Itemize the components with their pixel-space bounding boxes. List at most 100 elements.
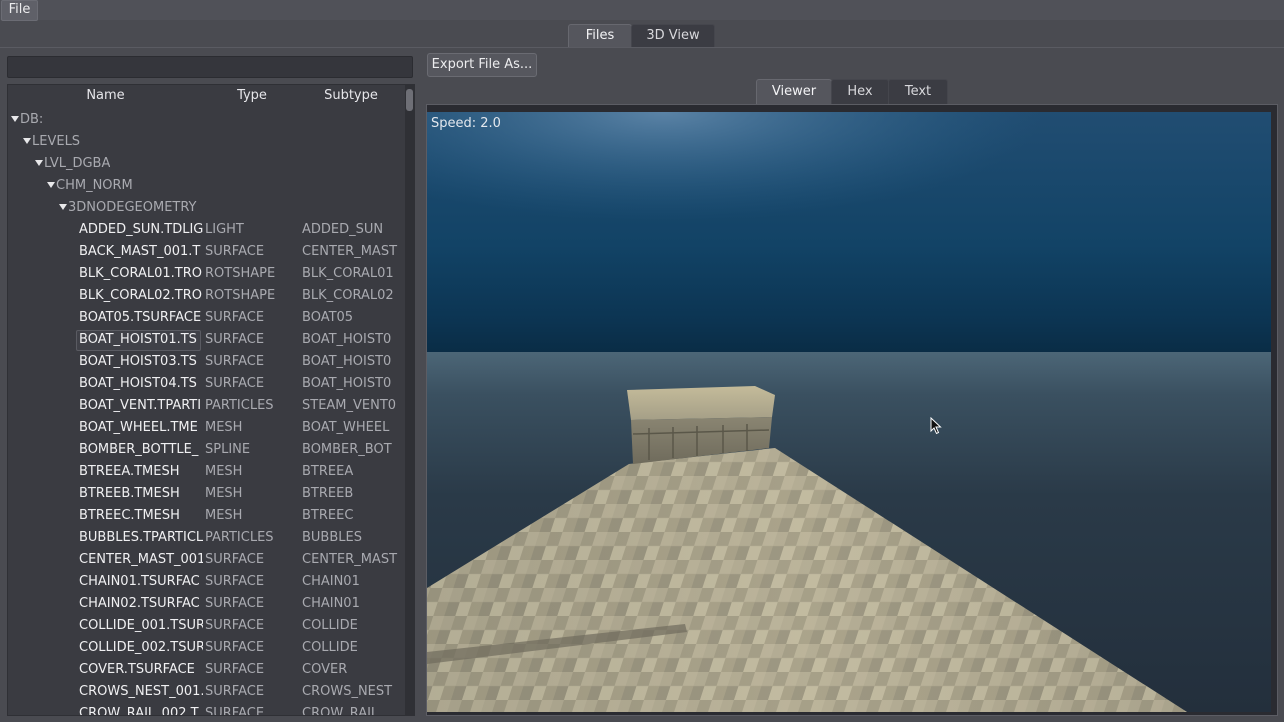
file-row[interactable]: CROW_RAIL_002.T SURFACE CROW_RAIL xyxy=(8,703,404,716)
file-subtype-cell: CHAIN01 xyxy=(302,596,360,611)
file-subtype-cell: BOMBER_BOT xyxy=(302,442,392,457)
file-name-cell: BOAT_HOIST01.TS xyxy=(79,332,197,347)
file-row[interactable]: BUBBLES.TPARTICL PARTICLES BUBBLES xyxy=(8,527,404,549)
file-row[interactable]: CHAIN01.TSURFAC SURFACE CHAIN01 xyxy=(8,571,404,593)
file-name-cell: COLLIDE_001.TSUR xyxy=(79,618,203,633)
file-subtype-cell: CROWS_NEST xyxy=(302,684,393,699)
file-type-cell: SPLINE xyxy=(205,442,251,457)
file-row[interactable]: BTREEB.TMESH MESH BTREEB xyxy=(8,483,404,505)
file-row[interactable]: COVER.TSURFACE SURFACE COVER xyxy=(8,659,404,681)
chevron-down-icon[interactable] xyxy=(47,181,55,188)
tree-folder-lvl-dgba[interactable]: LVL_DGBA xyxy=(8,153,404,175)
file-row[interactable]: BTREEA.TMESH MESH BTREEA xyxy=(8,461,404,483)
chevron-down-icon[interactable] xyxy=(11,115,19,122)
file-subtype-cell: STEAM_VENT0 xyxy=(302,398,397,413)
file-row[interactable]: COLLIDE_001.TSUR SURFACE COLLIDE xyxy=(8,615,404,637)
file-type-cell: SURFACE xyxy=(205,332,265,347)
folder-label: DB: xyxy=(20,112,44,127)
scrollbar-thumb[interactable] xyxy=(406,89,413,111)
tree-folder-chm-norm[interactable]: CHM_NORM xyxy=(8,175,404,197)
tab-viewer[interactable]: Viewer xyxy=(756,79,832,104)
mouse-pointer-icon xyxy=(930,417,942,435)
tree-scrollbar[interactable] xyxy=(405,85,414,715)
tree-folder-db[interactable]: DB: xyxy=(8,109,404,131)
tab-files[interactable]: Files xyxy=(568,24,632,48)
file-subtype-cell: BOAT_HOIST0 xyxy=(302,354,392,369)
file-row[interactable]: BOAT_HOIST04.TS SURFACE BOAT_HOIST0 xyxy=(8,373,404,395)
file-type-cell: PARTICLES xyxy=(205,530,274,545)
file-type-cell: MESH xyxy=(205,508,243,523)
file-name-cell: BOMBER_BOTTLE_ xyxy=(79,442,199,457)
file-subtype-cell: BOAT05 xyxy=(302,310,354,325)
file-menu[interactable]: File xyxy=(1,0,38,21)
file-name-cell: COLLIDE_002.TSUR xyxy=(79,640,203,655)
file-name-cell: BOAT_HOIST03.TS xyxy=(79,354,197,369)
chevron-down-icon[interactable] xyxy=(35,159,43,166)
tabbar-divider xyxy=(0,47,1284,48)
file-subtype-cell: BTREEB xyxy=(302,486,354,501)
file-subtype-cell: COLLIDE xyxy=(302,618,358,633)
file-row[interactable]: CROWS_NEST_001. SURFACE CROWS_NEST xyxy=(8,681,404,703)
file-name-cell: BUBBLES.TPARTICL xyxy=(79,530,203,545)
file-type-cell: ROTSHAPE xyxy=(205,288,276,303)
file-type-cell: MESH xyxy=(205,464,243,479)
column-header-type[interactable]: Type xyxy=(204,85,300,107)
file-subtype-cell: CENTER_MAST xyxy=(302,244,398,259)
viewer-panel: Export File As... Viewer Hex Text Speed:… xyxy=(422,52,1284,722)
file-row[interactable]: BTREEC.TMESH MESH BTREEC xyxy=(8,505,404,527)
file-row[interactable]: BACK_MAST_001.T SURFACE CENTER_MAST xyxy=(8,241,404,263)
column-header-subtype[interactable]: Subtype xyxy=(301,85,401,107)
file-row[interactable]: BOAT_WHEEL.TME MESH BOAT_WHEEL xyxy=(8,417,404,439)
tab-text[interactable]: Text xyxy=(888,79,948,104)
file-name-cell: BTREEB.TMESH xyxy=(79,486,180,501)
speed-readout: Speed: 2.0 xyxy=(431,116,501,131)
file-subtype-cell: BOAT_HOIST0 xyxy=(302,376,392,391)
file-row[interactable]: ADDED_SUN.TDLIG LIGHT ADDED_SUN xyxy=(8,219,404,241)
file-subtype-cell: COVER xyxy=(302,662,348,677)
file-name-cell: ADDED_SUN.TDLIG xyxy=(79,222,203,237)
file-name-cell: CHAIN01.TSURFAC xyxy=(79,574,200,589)
menu-bar: File xyxy=(0,0,1284,21)
file-name-cell: BOAT_HOIST04.TS xyxy=(79,376,197,391)
file-subtype-cell: BOAT_HOIST0 xyxy=(302,332,392,347)
file-row[interactable]: BOAT05.TSURFACE SURFACE BOAT05 xyxy=(8,307,404,329)
chevron-down-icon[interactable] xyxy=(59,203,67,210)
file-tree[interactable]: Name Type Subtype DB: LEVELS LVL_DGBA CH… xyxy=(7,84,415,716)
file-type-cell: SURFACE xyxy=(205,310,265,325)
file-type-cell: SURFACE xyxy=(205,376,265,391)
export-file-button[interactable]: Export File As... xyxy=(427,53,537,77)
chevron-down-icon[interactable] xyxy=(23,137,31,144)
file-name-cell: CENTER_MAST_001. xyxy=(79,552,203,567)
column-header-name[interactable]: Name xyxy=(8,85,203,107)
file-type-cell: SURFACE xyxy=(205,354,265,369)
tree-folder-3dnodegeometry[interactable]: 3DNODEGEOMETRY xyxy=(8,197,404,219)
file-type-cell: ROTSHAPE xyxy=(205,266,276,281)
file-row[interactable]: BOAT_HOIST03.TS SURFACE BOAT_HOIST0 xyxy=(8,351,404,373)
file-row[interactable]: BLK_CORAL01.TRO ROTSHAPE BLK_CORAL01 xyxy=(8,263,404,285)
file-name-cell: BLK_CORAL02.TRO xyxy=(79,288,203,303)
tab-hex[interactable]: Hex xyxy=(831,79,889,104)
folder-label: CHM_NORM xyxy=(56,178,133,193)
tree-header: Name Type Subtype xyxy=(8,85,404,107)
file-name-cell: CROW_RAIL_002.T xyxy=(79,706,199,716)
file-name-cell: BOAT_VENT.TPARTI xyxy=(79,398,202,413)
file-row[interactable]: BOAT_HOIST01.TS SURFACE BOAT_HOIST0 xyxy=(8,329,404,351)
file-row[interactable]: CENTER_MAST_001. SURFACE CENTER_MAST xyxy=(8,549,404,571)
search-input[interactable] xyxy=(7,56,413,78)
file-row[interactable]: BOMBER_BOTTLE_ SPLINE BOMBER_BOT xyxy=(8,439,404,461)
file-row[interactable]: BLK_CORAL02.TRO ROTSHAPE BLK_CORAL02 xyxy=(8,285,404,307)
file-row[interactable]: COLLIDE_002.TSUR SURFACE COLLIDE xyxy=(8,637,404,659)
file-row[interactable]: BOAT_VENT.TPARTI PARTICLES STEAM_VENT0 xyxy=(8,395,404,417)
file-type-cell: MESH xyxy=(205,486,243,501)
file-subtype-cell: CENTER_MAST xyxy=(302,552,398,567)
3d-viewport[interactable]: Speed: 2.0 xyxy=(427,112,1271,712)
tree-folder-levels[interactable]: LEVELS xyxy=(8,131,404,153)
tab-3d-view[interactable]: 3D View xyxy=(631,24,715,48)
file-name-cell: BOAT_WHEEL.TME xyxy=(79,420,198,435)
file-name-cell: BTREEC.TMESH xyxy=(79,508,180,523)
file-row[interactable]: CHAIN02.TSURFAC SURFACE CHAIN01 xyxy=(8,593,404,615)
file-type-cell: SURFACE xyxy=(205,244,265,259)
file-subtype-cell: CHAIN01 xyxy=(302,574,360,589)
file-type-cell: SURFACE xyxy=(205,684,265,699)
folder-label: LEVELS xyxy=(32,134,81,149)
